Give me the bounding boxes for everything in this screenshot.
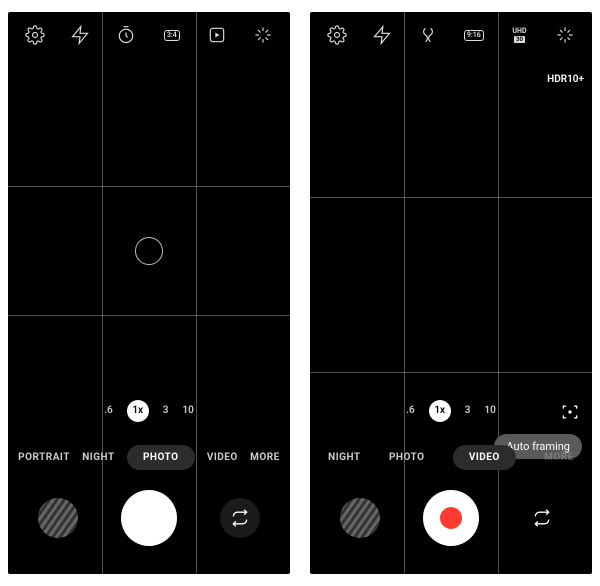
zoom-option[interactable]: 10 bbox=[484, 405, 495, 416]
top-toolbar: 3:4 bbox=[8, 12, 290, 58]
settings-icon[interactable] bbox=[24, 24, 46, 46]
mode-selector: NIGHT PHOTO VIDEO MORE bbox=[310, 445, 592, 470]
focus-ring[interactable] bbox=[135, 237, 163, 265]
mode-more[interactable]: MORE bbox=[544, 452, 574, 463]
filters-icon[interactable] bbox=[554, 24, 576, 46]
mode-night[interactable]: NIGHT bbox=[82, 452, 114, 463]
gallery-thumbnail[interactable] bbox=[340, 498, 380, 538]
mode-video[interactable]: VIDEO bbox=[453, 445, 516, 470]
flash-icon[interactable] bbox=[371, 24, 393, 46]
mode-selector: PORTRAIT NIGHT PHOTO VIDEO MORE bbox=[8, 445, 290, 470]
photo-mode-screen: 3:4 .6 1x 3 10 PORTRAIT NIGHT PHOTO VIDE… bbox=[8, 12, 290, 574]
zoom-option[interactable]: 3 bbox=[163, 405, 169, 416]
top-toolbar: 9:16 UHD30 bbox=[310, 12, 592, 58]
zoom-option[interactable]: 3 bbox=[465, 405, 471, 416]
timer-icon[interactable] bbox=[115, 24, 137, 46]
mode-photo[interactable]: PHOTO bbox=[389, 452, 425, 463]
mode-more[interactable]: MORE bbox=[250, 452, 280, 463]
zoom-selector: .6 1x 3 10 bbox=[310, 400, 592, 422]
shutter-controls bbox=[8, 490, 290, 546]
mode-night[interactable]: NIGHT bbox=[328, 452, 360, 463]
zoom-option[interactable]: .6 bbox=[104, 405, 113, 416]
zoom-selector: .6 1x 3 10 bbox=[8, 400, 290, 422]
zoom-option-active[interactable]: 1x bbox=[127, 400, 149, 422]
record-button[interactable] bbox=[423, 490, 479, 546]
gallery-thumbnail[interactable] bbox=[38, 498, 78, 538]
mode-photo[interactable]: PHOTO bbox=[127, 445, 195, 470]
mode-portrait[interactable]: PORTRAIT bbox=[18, 452, 70, 463]
zoom-option-active[interactable]: 1x bbox=[429, 400, 451, 422]
auto-framing-icon[interactable] bbox=[558, 400, 582, 424]
motion-photo-icon[interactable] bbox=[206, 24, 228, 46]
settings-icon[interactable] bbox=[326, 24, 348, 46]
super-steady-icon[interactable] bbox=[417, 24, 439, 46]
resolution-icon[interactable]: UHD30 bbox=[508, 24, 530, 46]
switch-camera-button[interactable] bbox=[522, 498, 562, 538]
zoom-option[interactable]: 10 bbox=[182, 405, 193, 416]
mode-video[interactable]: VIDEO bbox=[207, 452, 238, 463]
switch-camera-button[interactable] bbox=[220, 498, 260, 538]
video-mode-screen: 9:16 UHD30 HDR10+ .6 1x 3 10 Auto framin… bbox=[310, 12, 592, 574]
zoom-option[interactable]: .6 bbox=[406, 405, 415, 416]
flash-icon[interactable] bbox=[69, 24, 91, 46]
aspect-ratio-icon[interactable]: 9:16 bbox=[463, 24, 485, 46]
shutter-button[interactable] bbox=[121, 490, 177, 546]
aspect-ratio-icon[interactable]: 3:4 bbox=[161, 24, 183, 46]
filters-icon[interactable] bbox=[252, 24, 274, 46]
shutter-controls bbox=[310, 490, 592, 546]
